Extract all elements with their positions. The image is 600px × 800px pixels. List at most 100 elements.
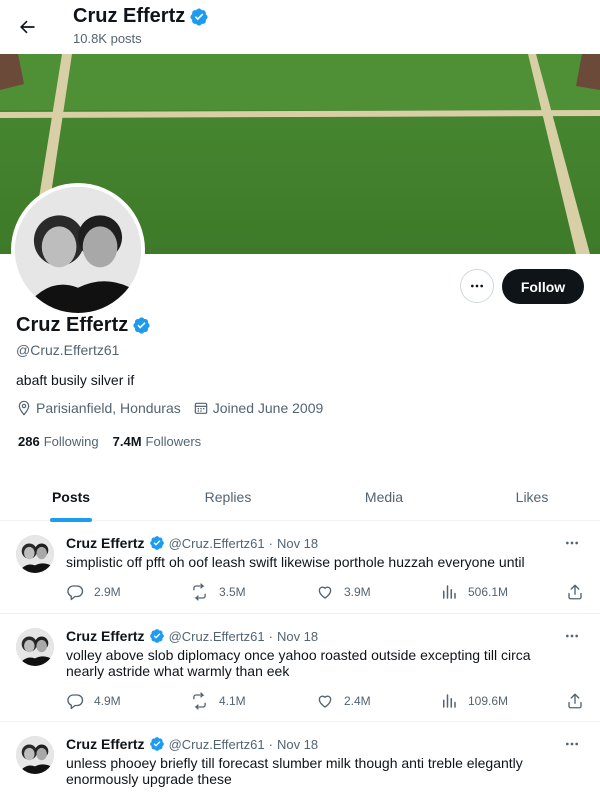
heart-icon — [316, 692, 334, 710]
profile-location: Parisianfield, Honduras — [16, 400, 181, 416]
profile-name-row: Cruz Effertz — [16, 314, 151, 337]
tweet-header: Cruz Effertz @Cruz.Effertz61 · Nov 18 — [66, 535, 318, 551]
repost-count: 3.5M — [219, 585, 246, 599]
tweet-author-handle[interactable]: @Cruz.Effertz61 — [169, 629, 265, 644]
reply-icon — [66, 583, 84, 601]
followers-label: Followers — [145, 434, 202, 449]
tweet-separator: · — [268, 628, 273, 644]
tweet-author-name[interactable]: Cruz Effertz — [66, 628, 145, 644]
tweet-author-name[interactable]: Cruz Effertz — [66, 535, 145, 551]
tweet-text: unless phooey briefly till forecast slum… — [66, 755, 523, 787]
tweet-header: Cruz Effertz @Cruz.Effertz61 · Nov 18 — [66, 736, 318, 752]
repost-icon — [190, 692, 209, 710]
profile-handle: @Cruz.Effertz61 — [16, 342, 120, 358]
reply-count: 4.9M — [94, 694, 121, 708]
tweet-item[interactable]: Cruz Effertz @Cruz.Effertz61 · Nov 18 unless… — [0, 722, 600, 800]
tweet-avatar[interactable] — [16, 628, 54, 666]
header-title-row: Cruz Effertz — [73, 5, 209, 28]
tweet-text: volley above slob diplomacy once yahoo r… — [66, 647, 531, 679]
profile-meta: Parisianfield, Honduras Joined June 2009 — [16, 400, 335, 416]
tab-media-label: Media — [364, 489, 404, 505]
tweet-author-handle[interactable]: @Cruz.Effertz61 — [169, 536, 265, 551]
repost-count: 4.1M — [219, 694, 246, 708]
views-count: 506.1M — [468, 585, 509, 599]
followers-count: 7.4M — [112, 434, 142, 449]
joined-text: Joined June 2009 — [212, 400, 324, 416]
repost-button[interactable]: 4.1M — [190, 690, 246, 712]
views-chart-icon — [440, 692, 458, 710]
followers-link[interactable]: 7.4M Followers — [113, 434, 202, 449]
tweet-header: Cruz Effertz @Cruz.Effertz61 · Nov 18 — [66, 628, 318, 644]
verified-badge-icon — [149, 535, 165, 551]
tweet-avatar[interactable] — [16, 535, 54, 573]
tweet-avatar[interactable] — [16, 736, 54, 774]
tweet-more-button[interactable] — [560, 533, 584, 553]
views-button[interactable]: 506.1M — [440, 581, 508, 603]
tab-media[interactable]: Media — [314, 473, 454, 521]
views-chart-icon — [440, 583, 458, 601]
more-dots-icon — [564, 736, 580, 752]
profile-name: Cruz Effertz — [16, 314, 129, 336]
tweet-author-handle[interactable]: @Cruz.Effertz61 — [169, 737, 265, 752]
tab-likes-label: Likes — [515, 489, 549, 505]
top-bar: Cruz Effertz 10.8K posts — [0, 0, 600, 54]
following-count: 286 — [18, 434, 40, 449]
tab-likes[interactable]: Likes — [454, 473, 600, 521]
header-post-count: 10.8K posts — [73, 31, 142, 46]
like-button[interactable]: 3.9M — [316, 581, 371, 603]
profile-avatar[interactable] — [11, 183, 145, 317]
share-icon — [566, 583, 584, 601]
heart-icon — [316, 583, 334, 601]
tweet-more-button[interactable] — [560, 626, 584, 646]
tweet-item[interactable]: Cruz Effertz @Cruz.Effertz61 · Nov 18 volley… — [0, 614, 600, 722]
calendar-icon — [194, 402, 208, 414]
tweet-text: simplistic off pfft oh oof leash swift l… — [66, 554, 525, 570]
arrow-left-icon — [20, 20, 35, 34]
profile-joined: Joined June 2009 — [193, 400, 324, 416]
like-count: 3.9M — [344, 585, 371, 599]
share-button[interactable] — [566, 690, 584, 712]
tweet-separator: · — [268, 535, 273, 551]
tweet-date[interactable]: Nov 18 — [277, 737, 318, 752]
back-button[interactable] — [12, 9, 42, 45]
tweet-date[interactable]: Nov 18 — [277, 536, 318, 551]
follow-button[interactable]: Follow — [502, 269, 584, 304]
tab-posts-label: Posts — [51, 489, 91, 505]
location-text: Parisianfield, Honduras — [36, 400, 181, 416]
profile-more-button[interactable] — [460, 269, 494, 303]
more-dots-icon — [471, 284, 483, 288]
profile-bio: abaft busily silver if — [16, 372, 135, 388]
tweet-more-button[interactable] — [560, 734, 584, 754]
tweet-actions: 2.9M 3.5M 3.9M 506.1M — [66, 581, 586, 603]
tab-replies[interactable]: Replies — [142, 473, 314, 521]
repost-icon — [190, 583, 209, 601]
views-button[interactable]: 109.6M — [440, 690, 508, 712]
share-icon — [566, 692, 584, 710]
reply-button[interactable]: 2.9M — [66, 581, 121, 603]
share-button[interactable] — [566, 581, 584, 603]
location-pin-icon — [18, 400, 30, 416]
following-link[interactable]: 286 Following — [18, 434, 99, 449]
reply-count: 2.9M — [94, 585, 121, 599]
verified-badge-icon — [189, 7, 209, 27]
following-label: Following — [43, 434, 99, 449]
verified-badge-icon — [149, 736, 165, 752]
tab-replies-label: Replies — [204, 489, 252, 505]
reply-icon — [66, 692, 84, 710]
more-dots-icon — [564, 628, 580, 644]
tab-posts[interactable]: Posts — [0, 473, 142, 522]
tweet-actions: 4.9M 4.1M 2.4M 109.6M — [66, 690, 586, 712]
like-count: 2.4M — [344, 694, 371, 708]
tweet-author-name[interactable]: Cruz Effertz — [66, 736, 145, 752]
like-button[interactable]: 2.4M — [316, 690, 371, 712]
verified-badge-icon — [149, 628, 165, 644]
repost-button[interactable]: 3.5M — [190, 581, 246, 603]
tweet-item[interactable]: Cruz Effertz @Cruz.Effertz61 · Nov 18 simpli… — [0, 521, 600, 614]
more-dots-icon — [564, 535, 580, 551]
header-title: Cruz Effertz — [73, 5, 186, 27]
avatar-photo — [15, 187, 141, 313]
reply-button[interactable]: 4.9M — [66, 690, 121, 712]
profile-stats: 286 Following 7.4M Followers — [18, 434, 201, 449]
verified-badge-icon — [132, 316, 151, 335]
tweet-date[interactable]: Nov 18 — [277, 629, 318, 644]
